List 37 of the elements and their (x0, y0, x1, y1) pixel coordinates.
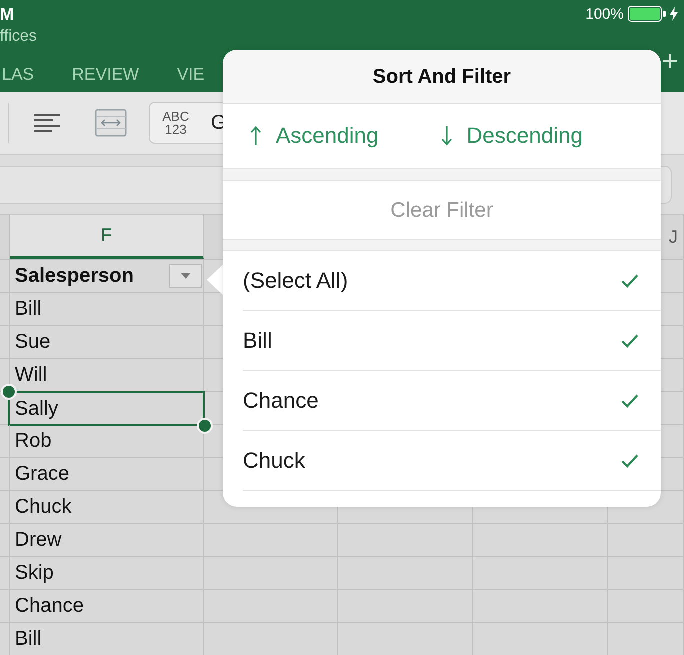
popover-title: Sort And Filter (372, 66, 512, 86)
table-cell[interactable]: Bill (10, 293, 204, 325)
table-cell[interactable]: Skip (10, 557, 204, 589)
table-cell[interactable]: Chance (10, 590, 204, 622)
selection-handle-icon[interactable] (1, 384, 17, 400)
sort-button[interactable]: Descending (440, 125, 583, 147)
status-time: M (0, 6, 14, 22)
table-cell[interactable]: Chuck (10, 491, 204, 523)
filter-dropdown-button[interactable] (169, 264, 202, 288)
caret-down-icon (180, 273, 190, 279)
table-cell[interactable]: Sue (10, 326, 204, 358)
align-left-icon[interactable] (33, 114, 61, 132)
battery-icon (628, 6, 666, 22)
filter-value-item[interactable]: Bill (243, 311, 661, 371)
arrow-up-icon (250, 126, 262, 146)
ribbon-tab[interactable]: REVIEW (72, 65, 140, 85)
battery-percentage: 100% (586, 6, 624, 22)
document-location: ffices (0, 28, 38, 46)
ribbon-tab[interactable]: LAS (2, 65, 34, 85)
filter-value-item[interactable]: (Select All) (243, 251, 661, 311)
table-cell[interactable]: Bill (10, 623, 204, 655)
table-cell[interactable]: Rob (10, 425, 204, 457)
filter-value-item[interactable]: Chuck (243, 431, 661, 491)
charging-bolt-icon (670, 7, 678, 21)
format-label: ABC 123 (162, 110, 190, 136)
table-cell[interactable]: Drew (10, 524, 204, 556)
sort-button[interactable]: Ascending (250, 125, 379, 147)
table-cell[interactable]: Sally (8, 391, 205, 426)
selection-handle-icon[interactable] (197, 418, 213, 434)
table-cell[interactable]: Grace (10, 458, 204, 490)
column-heading: Salesperson (15, 266, 134, 286)
double-arrow-box-icon[interactable] (95, 109, 127, 137)
arrow-down-icon (440, 126, 453, 146)
add-icon[interactable] (663, 54, 677, 68)
ribbon-tab[interactable]: VIE (177, 65, 205, 85)
filter-value-item[interactable]: Chance (243, 371, 661, 431)
column-header[interactable]: F (10, 215, 204, 259)
